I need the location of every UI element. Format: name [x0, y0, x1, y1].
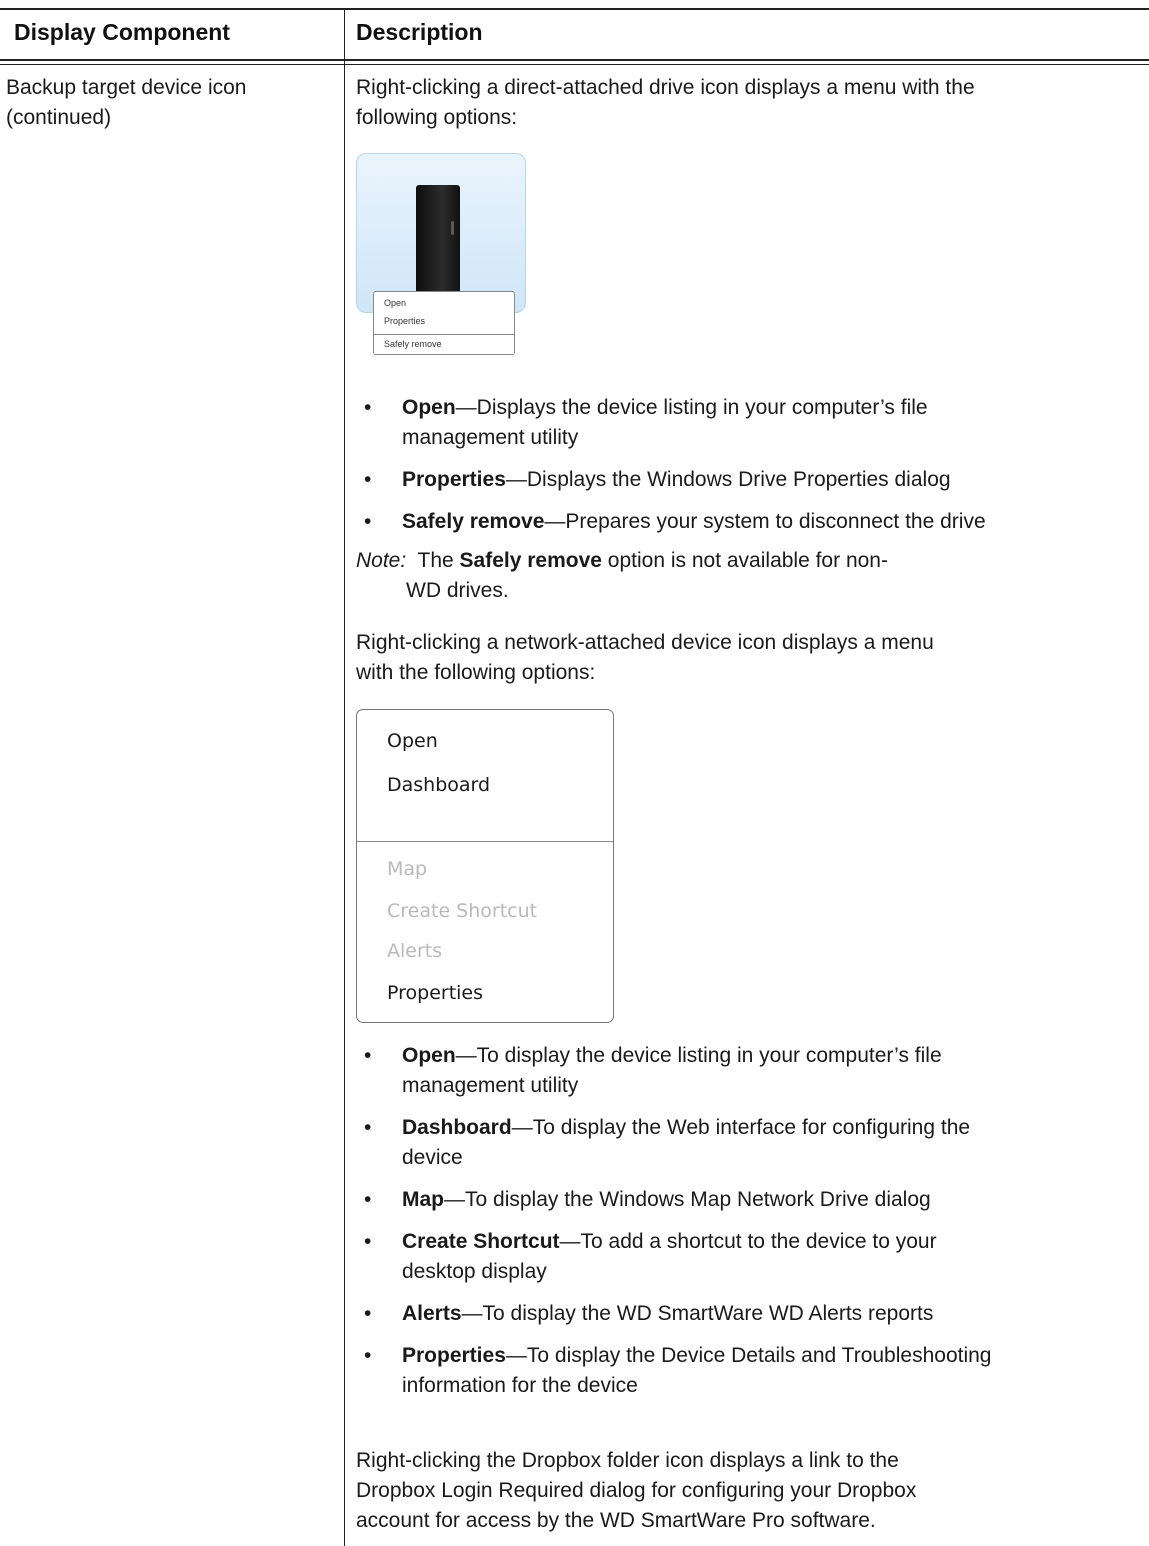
net-menu-item-properties[interactable]: Properties	[387, 982, 483, 1004]
net-menu-item-create-shortcut: Create Shortcut	[387, 900, 538, 922]
network-attached-intro: Right-clicking a network-attached device…	[356, 631, 934, 684]
drive-menu-item-safely-remove[interactable]: Safely remove	[374, 335, 514, 354]
direct-attached-intro: Right-clicking a direct-attached drive i…	[356, 76, 975, 129]
dropbox-description: Right-clicking the Dropbox folder icon d…	[356, 1449, 917, 1532]
direct-attached-drive-screenshot: Open Properties Safely remove	[356, 153, 526, 383]
external-drive-icon	[416, 185, 460, 293]
drive-context-menu: Open Properties Safely remove	[373, 291, 515, 355]
column-header-description: Description	[356, 19, 483, 45]
list-item: Create Shortcut—To add a shortcut to the…	[356, 1227, 1146, 1287]
list-item: Dashboard—To display the Web interface f…	[356, 1113, 1146, 1173]
column-header-display-component: Display Component	[14, 19, 230, 45]
menu-separator	[357, 841, 613, 842]
list-item: Properties—Displays the Windows Drive Pr…	[356, 465, 1146, 495]
list-item: Open—Displays the device listing in your…	[356, 393, 1146, 453]
list-item: Properties—To display the Device Details…	[356, 1341, 1146, 1401]
list-item: Map—To display the Windows Map Network D…	[356, 1185, 1146, 1215]
drive-menu-item-open[interactable]: Open	[374, 292, 514, 312]
net-menu-item-dashboard[interactable]: Dashboard	[387, 774, 490, 796]
network-device-context-menu: Open Dashboard Map Create Shortcut Alert…	[356, 709, 614, 1023]
net-menu-item-open[interactable]: Open	[387, 730, 438, 752]
list-item: Open—To display the device listing in yo…	[356, 1041, 1146, 1101]
header-bottom-rule	[0, 59, 1149, 61]
header-bottom-rule-2	[0, 64, 1149, 65]
column-divider	[344, 8, 345, 1546]
display-component-label: Backup target device icon (continued)	[6, 76, 247, 129]
list-item: Alerts—To display the WD SmartWare WD Al…	[356, 1299, 1146, 1329]
net-menu-item-alerts: Alerts	[387, 940, 443, 962]
net-menu-item-map: Map	[387, 858, 428, 880]
safely-remove-note: Note: The Safely remove option is not av…	[356, 549, 888, 602]
direct-attached-options-list: Open—Displays the device listing in your…	[356, 393, 1146, 537]
network-attached-options-list: Open—To display the device listing in yo…	[356, 1041, 1146, 1401]
table-top-rule	[0, 8, 1149, 10]
drive-menu-item-properties[interactable]: Properties	[374, 312, 514, 330]
list-item: Safely remove—Prepares your system to di…	[356, 507, 1146, 537]
